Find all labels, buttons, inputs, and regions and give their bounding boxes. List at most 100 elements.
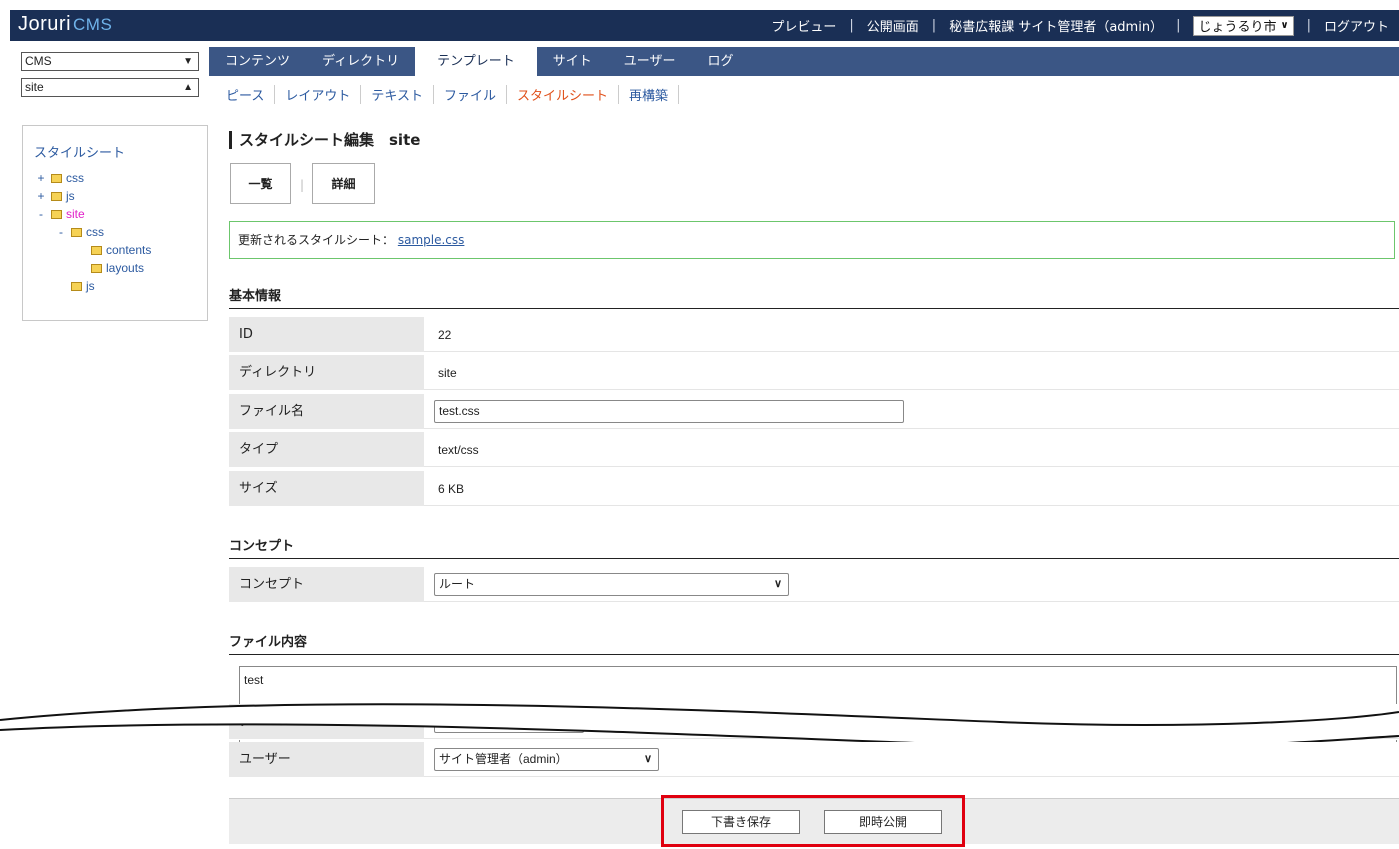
nav-separator: |	[1306, 18, 1311, 33]
field-row-id: ID 22	[229, 317, 1399, 353]
user-select[interactable]: サイト管理者（admin） ∨	[434, 748, 659, 771]
tree-node[interactable]: contents	[31, 241, 199, 259]
field-label: サイズ	[229, 471, 424, 506]
tab-contents[interactable]: コンテンツ	[209, 47, 306, 76]
public-page-link[interactable]: 公開画面	[867, 16, 919, 35]
subtab-layout[interactable]: レイアウト	[275, 84, 362, 104]
page-title: スタイルシート編集 site	[229, 131, 420, 149]
field-label: ファイル名	[229, 394, 424, 429]
detail-button[interactable]: 詳細	[312, 163, 375, 204]
list-button[interactable]: 一覧	[230, 163, 291, 204]
tree-node-label[interactable]: contents	[106, 243, 151, 257]
tree-node[interactable]: + js	[31, 187, 199, 205]
caret-up-icon: ▲	[183, 82, 193, 93]
tree-node-label[interactable]: js	[86, 279, 95, 293]
field-label: コンセプト	[229, 567, 424, 602]
top-nav: プレビュー | 公開画面 | 秘書広報課 サイト管理者（admin） | じょう…	[771, 10, 1389, 41]
concept-select-value: ルート	[439, 577, 476, 591]
nav-separator: |	[849, 18, 854, 33]
folder-icon	[91, 245, 102, 255]
subtab-file[interactable]: ファイル	[434, 84, 508, 104]
field-row-directory: ディレクトリ site	[229, 355, 1399, 391]
tree-node-label[interactable]: site	[66, 207, 85, 221]
folder-icon	[51, 191, 62, 201]
tab-directory[interactable]: ディレクトリ	[306, 47, 415, 76]
subtab-text[interactable]: テキスト	[361, 84, 434, 104]
directory-tree: スタイルシート + css + js - site - css contents layouts j…	[22, 125, 208, 321]
folder-icon	[51, 209, 62, 219]
field-row-user: ユーザー サイト管理者（admin） ∨	[229, 742, 1399, 778]
logout-link[interactable]: ログアウト	[1324, 16, 1389, 35]
notice-label: 更新されるスタイルシート：	[238, 233, 395, 247]
tree-node-label[interactable]: css	[66, 171, 84, 185]
expand-icon[interactable]: +	[35, 171, 47, 185]
logo[interactable]: Joruri CMS	[18, 13, 112, 36]
file-content-heading: ファイル内容	[229, 631, 1399, 655]
field-row-size: サイズ 6 KB	[229, 471, 1399, 507]
field-value-container: test.css	[424, 394, 1399, 429]
tree-node[interactable]: - site	[31, 205, 199, 223]
tab-user[interactable]: ユーザー	[608, 47, 692, 76]
tree-node-label[interactable]: layouts	[106, 261, 144, 275]
cms-select[interactable]: CMS ▼	[21, 52, 199, 71]
field-row-filename: ファイル名 test.css	[229, 394, 1399, 430]
update-notice: 更新されるスタイルシート： sample.css	[229, 221, 1395, 259]
tree-node-label[interactable]: js	[66, 189, 75, 203]
logo-text: Joruri	[18, 13, 72, 35]
logo-sub-text: CMS	[73, 15, 113, 34]
concept-select[interactable]: ルート ∨	[434, 573, 789, 596]
subtab-piece[interactable]: ピース	[218, 84, 276, 104]
field-value-container: サイト管理者（admin） ∨	[424, 742, 1399, 777]
field-value: 6 KB	[424, 471, 1399, 506]
folder-icon	[71, 281, 82, 291]
field-label: ID	[229, 317, 424, 352]
collapse-icon[interactable]: -	[55, 225, 67, 239]
field-row-type: タイプ text/css	[229, 432, 1399, 468]
chevron-down-icon: ∨	[643, 753, 652, 765]
tree-node[interactable]: js	[31, 277, 199, 295]
tab-site[interactable]: サイト	[537, 47, 608, 76]
collapse-icon[interactable]: -	[35, 207, 47, 221]
chevron-down-icon: ∨	[1280, 20, 1289, 31]
sub-tabs: ピース レイアウト テキスト ファイル スタイルシート 再構築	[218, 82, 680, 106]
field-value: 22	[424, 317, 1399, 352]
basic-info-heading: 基本情報	[229, 285, 1399, 309]
caret-down-icon: ▼	[183, 56, 193, 67]
tree-title[interactable]: スタイルシート	[34, 142, 199, 161]
city-select-value: じょうるり市	[1198, 20, 1277, 35]
main-tabs: コンテンツ ディレクトリ テンプレート サイト ユーザー ログ	[209, 47, 1399, 76]
field-label: タイプ	[229, 432, 424, 467]
nav-separator: |	[1176, 18, 1181, 33]
folder-icon	[91, 263, 102, 273]
subtab-stylesheet[interactable]: スタイルシート	[507, 84, 620, 104]
expand-icon[interactable]: +	[35, 189, 47, 203]
field-label: ユーザー	[229, 742, 424, 777]
tree-node[interactable]: layouts	[31, 259, 199, 277]
tab-log[interactable]: ログ	[692, 47, 750, 76]
user-select-value: サイト管理者（admin）	[439, 752, 568, 766]
tab-template[interactable]: テンプレート	[415, 47, 537, 76]
current-user: 秘書広報課 サイト管理者（admin）	[949, 20, 1164, 35]
folder-icon	[71, 227, 82, 237]
highlight-box	[661, 795, 965, 847]
field-value: text/css	[424, 432, 1399, 467]
cms-select-value: CMS	[25, 54, 52, 68]
subtab-rebuild[interactable]: 再構築	[619, 84, 680, 104]
concept-heading: コンセプト	[229, 535, 1399, 559]
notice-link[interactable]: sample.css	[398, 233, 465, 247]
field-value-container: ルート ∨	[424, 567, 1399, 602]
site-select[interactable]: site ▲	[21, 78, 199, 97]
tree-node-label[interactable]: css	[86, 225, 104, 239]
city-select[interactable]: じょうるり市 ∨	[1193, 15, 1294, 36]
preview-link[interactable]: プレビュー	[771, 16, 836, 35]
file-content-value: test	[244, 673, 264, 687]
button-separator: |	[300, 178, 305, 192]
site-select-value: site	[25, 80, 44, 94]
folder-icon	[51, 173, 62, 183]
tree-node[interactable]: + css	[31, 169, 199, 187]
field-value: site	[424, 355, 1399, 390]
tree-node[interactable]: - css	[31, 223, 199, 241]
filename-input[interactable]: test.css	[434, 400, 904, 423]
nav-separator: |	[931, 18, 937, 33]
field-label: ディレクトリ	[229, 355, 424, 390]
